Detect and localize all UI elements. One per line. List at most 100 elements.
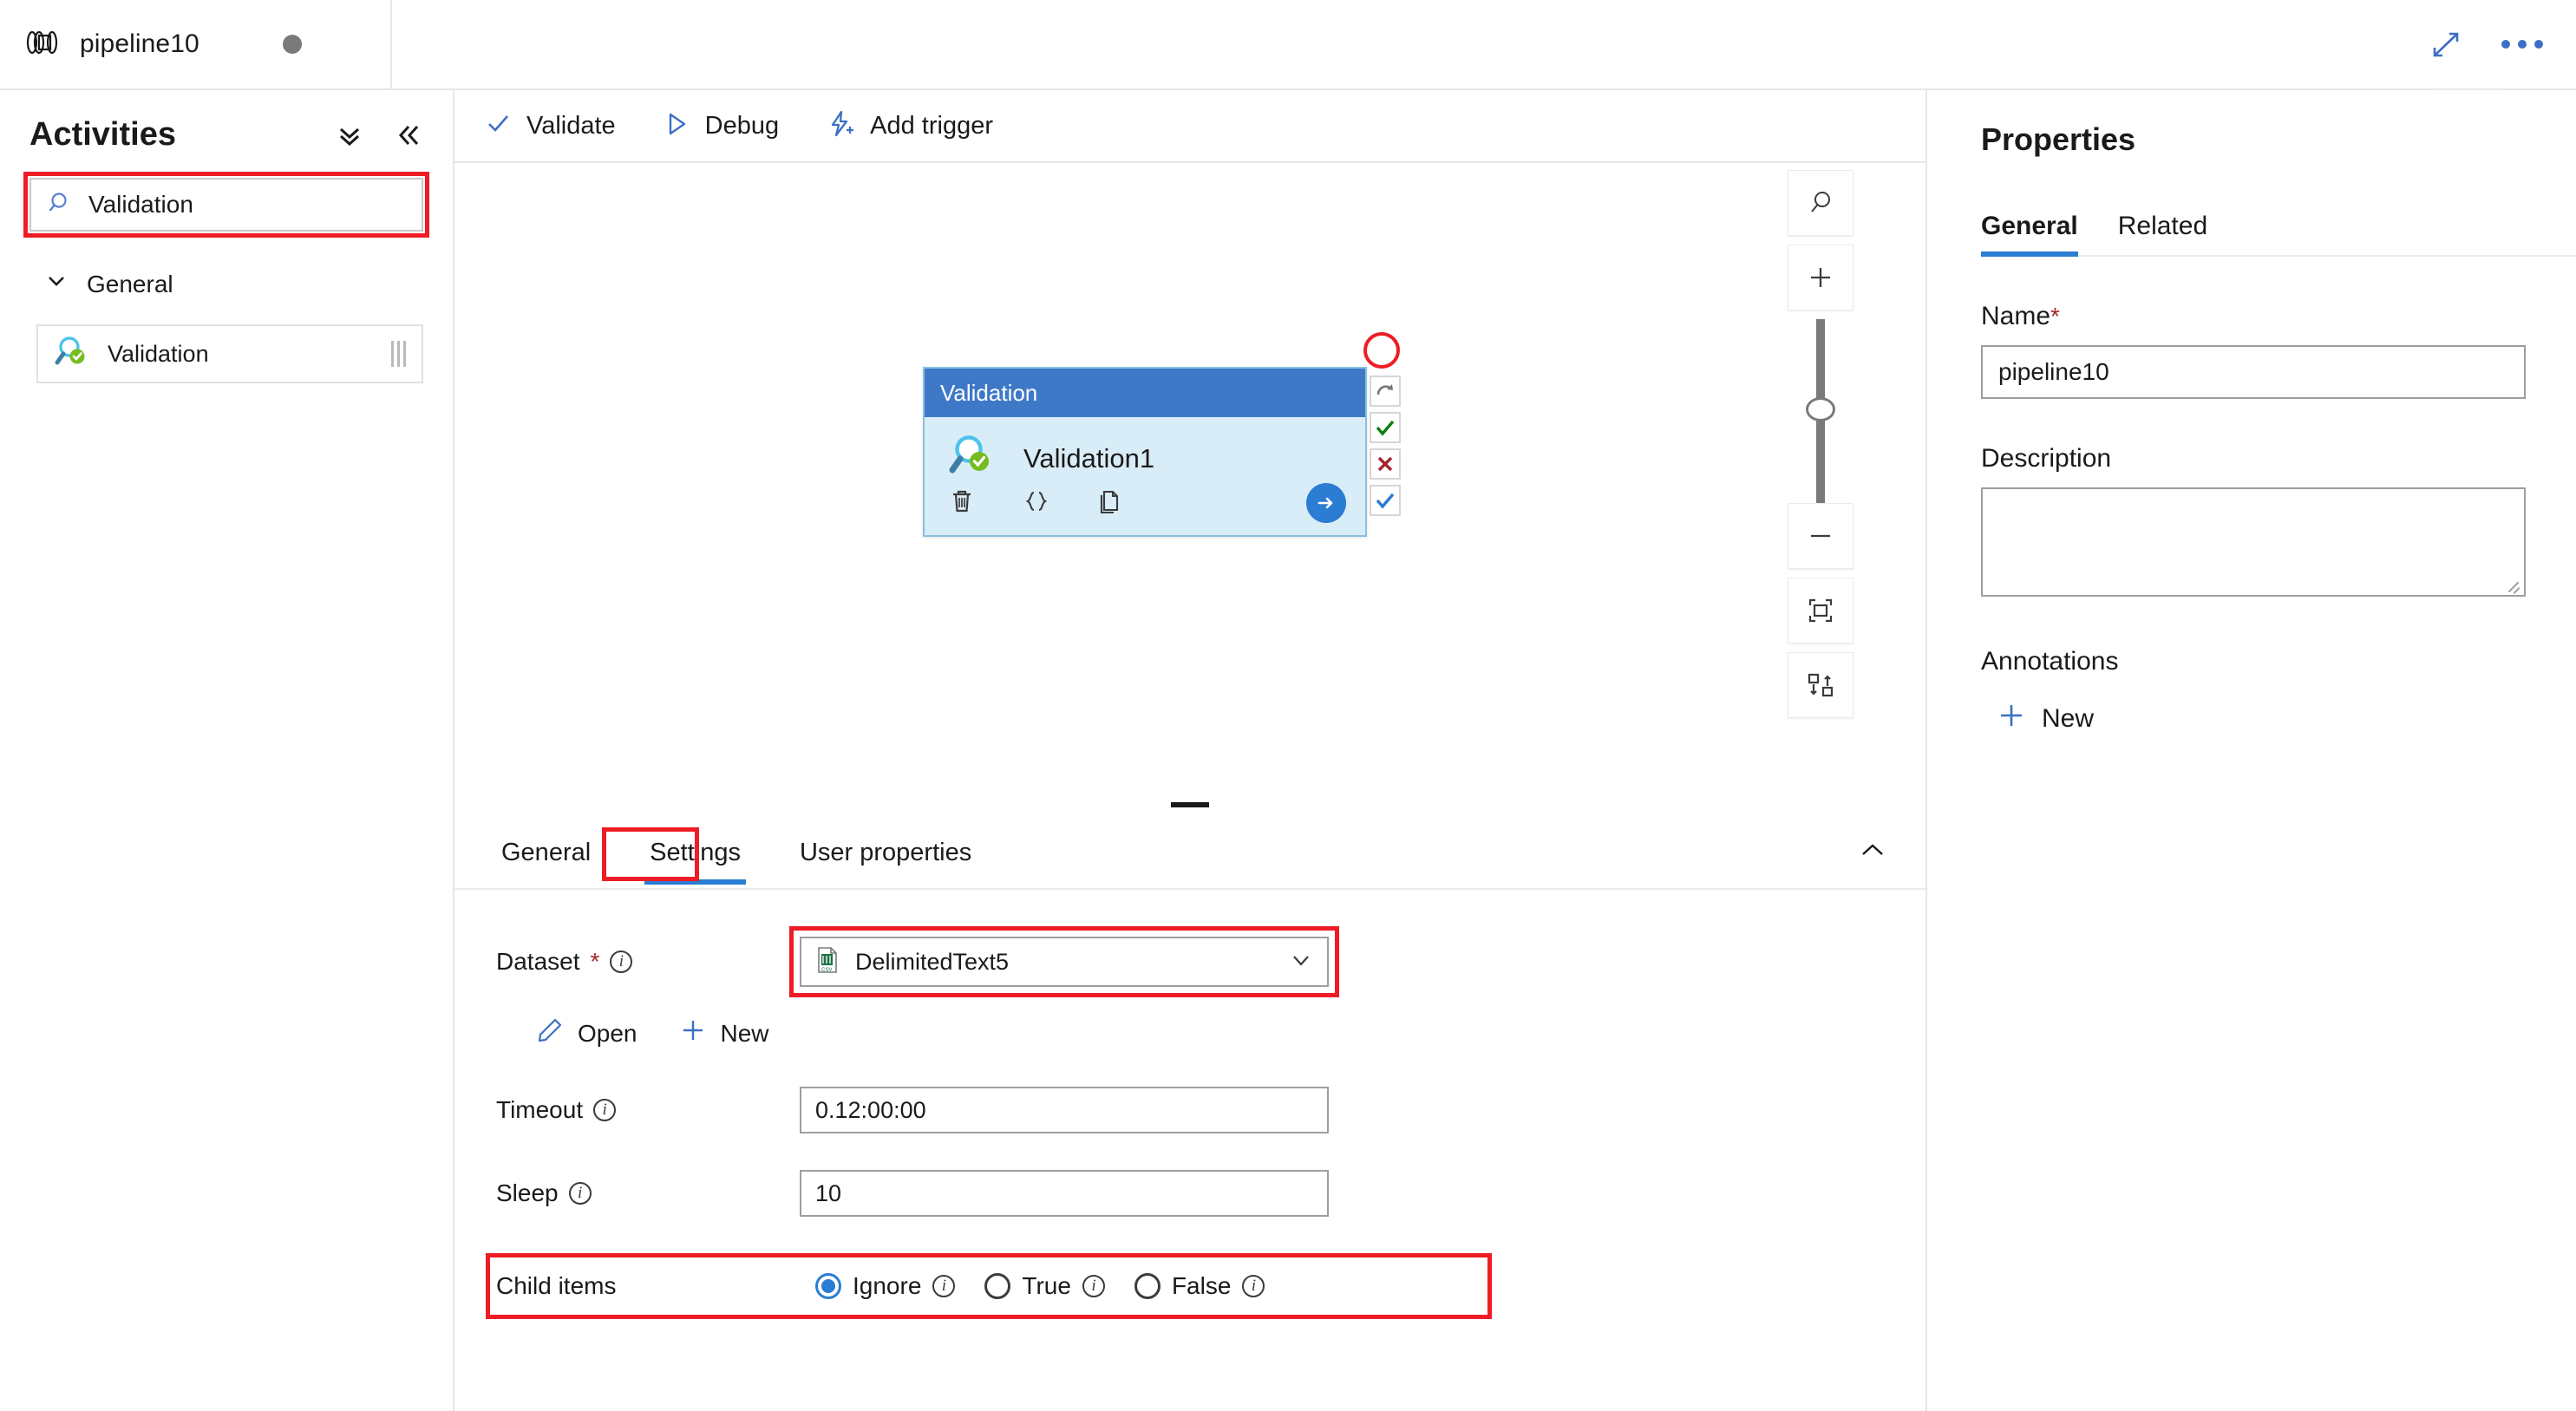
radio-true[interactable]: True i [984,1272,1105,1300]
properties-panel: Properties General Related Name* pipelin… [1925,90,2576,1411]
child-items-radio-group: Ignore i True i False i [815,1272,1265,1300]
delete-activity-icon[interactable] [947,487,977,520]
plus-icon [1997,701,2026,737]
debug-label: Debug [704,111,780,140]
pencil-icon [536,1016,564,1050]
drag-handle-icon[interactable] [391,341,406,367]
timeout-input[interactable]: 0.12:00:00 [800,1087,1329,1133]
dataset-row: Dataset * i CSV DelimitedText5 [454,926,1925,997]
pipeline-canvas[interactable]: Validation Validation1 [454,163,1925,800]
child-items-row: Child items Ignore i True i False i [454,1253,1925,1319]
activity-item-validation[interactable]: Validation [36,324,423,383]
expand-diagonal-icon[interactable] [2430,29,2462,60]
zoom-out-button[interactable] [1788,503,1854,569]
on-skip-connector[interactable] [1370,376,1401,407]
timeout-label-group: Timeout i [496,1096,800,1124]
properties-title: Properties [1981,121,2136,157]
activity-node-validation1[interactable]: Validation Validation1 [923,367,1367,537]
activity-group-general[interactable]: General [45,270,453,298]
double-chevron-left-icon[interactable] [394,121,423,150]
code-braces-icon[interactable] [1022,487,1051,520]
on-success-connector[interactable] [1370,412,1401,443]
new-label: New [720,1019,769,1047]
info-icon[interactable]: i [1082,1275,1105,1297]
activity-detail-panel: General Settings User properties Dataset… [454,815,1925,1411]
pipeline-tab-label: pipeline10 [80,29,199,58]
unsaved-indicator [282,35,302,54]
zoom-slider[interactable] [1788,319,1854,503]
info-icon[interactable]: i [610,950,633,973]
activity-group-label: General [87,270,173,297]
activity-node-connectors [1370,376,1401,516]
checkmark-icon [484,110,512,142]
info-icon[interactable]: i [932,1275,956,1297]
radio-ignore-dot [815,1273,841,1299]
name-label: Name [1981,302,2051,330]
canvas-highlight-circle [1363,332,1400,369]
search-input-value: Validation [88,191,193,218]
info-icon[interactable]: i [593,1099,617,1121]
search-input[interactable]: Validation [29,178,423,232]
zoom-in-button[interactable] [1788,245,1854,310]
properties-tab-related[interactable]: Related [2118,212,2207,255]
auto-align-button[interactable] [1788,652,1854,718]
dataset-dropdown[interactable]: CSV DelimitedText5 [800,937,1329,987]
open-dataset-button[interactable]: Open [536,1016,637,1050]
description-field[interactable] [1981,487,2526,597]
detail-tab-bar: General Settings User properties [454,817,1925,890]
tab-user-properties[interactable]: User properties [794,823,977,883]
radio-ignore-label: Ignore [853,1272,922,1299]
panel-splitter-handle[interactable] [454,794,1925,815]
sleep-label-group: Sleep i [496,1179,800,1207]
annotations-new-label: New [2042,704,2095,733]
tab-general[interactable]: General [496,823,596,883]
tab-strip-actions [2430,29,2576,60]
settings-form: Dataset * i CSV DelimitedText5 Open New … [454,890,1925,1319]
radio-false-label: False [1171,1272,1232,1299]
tab-settings[interactable]: Settings [644,823,746,885]
dataset-label-group: Dataset * i [496,948,800,976]
pipeline-icon [26,30,61,59]
clone-activity-icon[interactable] [1096,487,1126,520]
radio-true-dot [984,1273,1011,1299]
radio-false-dot [1134,1273,1161,1299]
new-dataset-button[interactable]: New [679,1016,769,1050]
more-ellipsis-icon[interactable] [2501,40,2543,49]
name-required-mark: * [2050,303,2060,330]
play-triangle-icon [663,110,690,142]
sleep-input[interactable]: 10 [800,1170,1329,1217]
info-icon[interactable]: i [1242,1275,1265,1297]
debug-button[interactable]: Debug [663,110,779,142]
radio-false[interactable]: False i [1134,1272,1265,1300]
zoom-to-fit-button[interactable] [1788,578,1854,643]
go-to-activity-icon[interactable] [1306,483,1346,523]
svg-text:CSV: CSV [821,968,832,973]
plus-icon [679,1016,707,1050]
radio-ignore[interactable]: Ignore i [815,1272,956,1300]
add-trigger-button[interactable]: Add trigger [826,109,993,143]
add-trigger-label: Add trigger [870,111,993,140]
resize-grip-icon[interactable] [2507,578,2520,591]
activity-node-actions [947,483,1346,523]
detail-collapse-button[interactable] [1856,834,1925,872]
radio-true-label: True [1022,1272,1071,1299]
on-completion-connector[interactable] [1370,485,1401,516]
adf-pipeline-editor: pipeline10 Activities Validation General… [0,0,2576,1411]
zoom-slider-thumb[interactable] [1806,397,1835,421]
validate-button[interactable]: Validate [484,110,616,142]
pipeline-tab[interactable]: pipeline10 [0,0,392,88]
dataset-label: Dataset [496,948,580,975]
annotations-new-button[interactable]: New [1981,701,2576,737]
double-chevron-down-icon[interactable] [335,121,364,150]
canvas-zoom-controls [1788,170,1854,727]
activities-title: Activities [29,116,176,153]
timeout-label: Timeout [496,1096,584,1123]
on-failure-connector[interactable] [1370,448,1401,480]
info-icon[interactable]: i [568,1182,592,1205]
dataset-actions-row: Open New [454,987,1925,1050]
properties-tab-general[interactable]: General [1981,212,2078,257]
zoom-search-icon[interactable] [1788,170,1854,236]
name-field[interactable]: pipeline10 [1981,345,2526,399]
sleep-row: Sleep i 10 [454,1170,1925,1217]
validate-label: Validate [526,111,616,140]
